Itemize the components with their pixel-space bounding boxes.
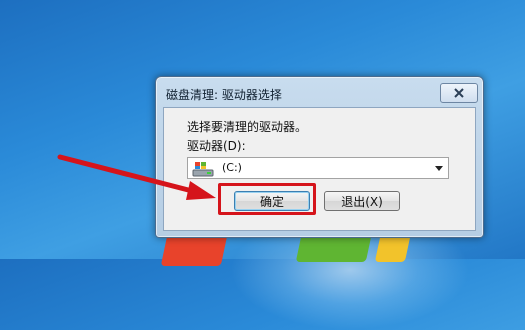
annotation-arrow-icon (57, 154, 216, 200)
